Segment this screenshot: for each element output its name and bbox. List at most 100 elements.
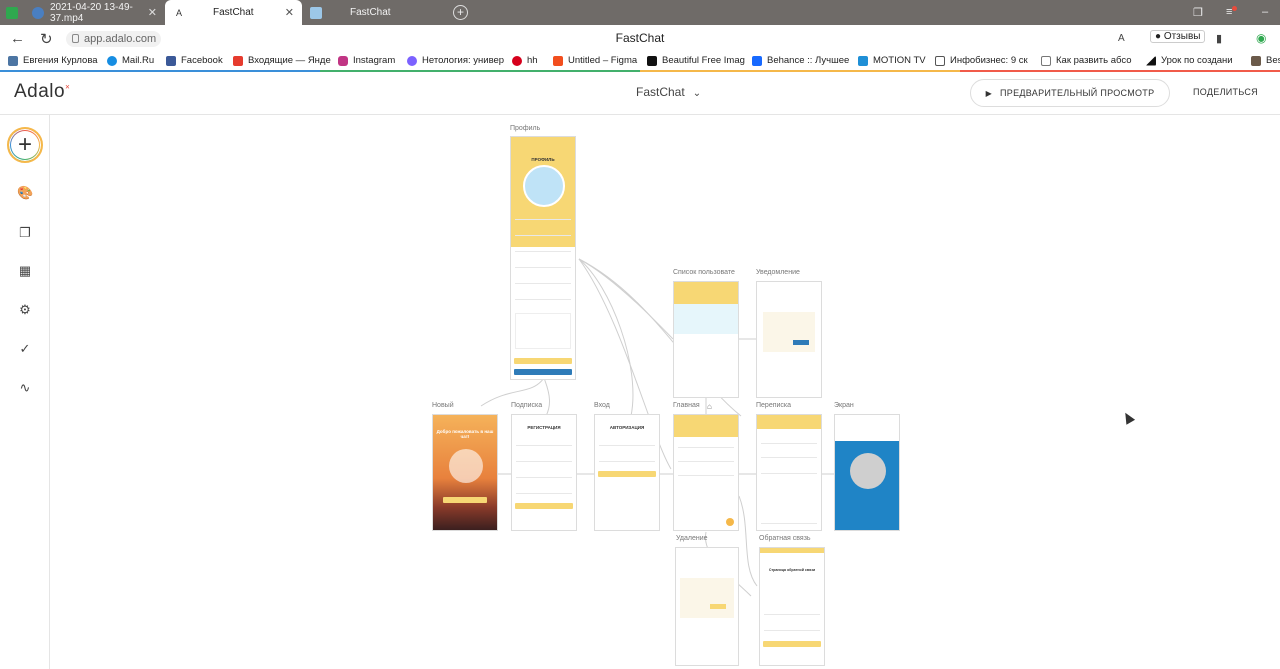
left-toolbar: + 🎨 ❐ ▦ ⚙ ✓ ∿ — [0, 115, 50, 669]
register-button — [515, 503, 573, 509]
close-icon[interactable]: ✕ — [285, 6, 294, 19]
form-field — [599, 439, 655, 446]
bookmark-item[interactable]: Bes — [1251, 55, 1280, 66]
analytics-icon[interactable]: ∿ — [17, 380, 33, 396]
adalo-favicon-icon: A — [173, 6, 185, 19]
screens-icon[interactable]: ❐ — [17, 225, 33, 241]
screen-label: Удаление — [676, 535, 708, 542]
add-component-button[interactable]: + — [7, 127, 43, 163]
screen-chat[interactable] — [756, 414, 822, 531]
hh-icon — [512, 55, 522, 66]
lesson-icon — [1146, 55, 1156, 66]
screen-label: Вход — [594, 402, 610, 409]
screen-login[interactable]: АВТОРИЗАЦИЯ — [594, 414, 660, 531]
screen-image[interactable] — [834, 414, 900, 531]
signup-button — [443, 497, 487, 503]
publish-check-icon[interactable]: ✓ — [17, 341, 33, 357]
preview-button[interactable]: ▶ ПРЕДВАРИТЕЛЬНЫЙ ПРОСМОТР — [970, 79, 1170, 107]
form-field — [515, 293, 571, 300]
screen-canvas[interactable]: Профиль ПРОФИЛЬ Список пользовате Уведом… — [51, 116, 1280, 669]
screen-label: Экран — [834, 402, 854, 409]
bookmark-item[interactable]: hh — [512, 55, 538, 66]
share-button[interactable]: ПОДЕЛИТЬСЯ — [1193, 87, 1258, 97]
login-button — [598, 471, 656, 477]
screen-main[interactable] — [673, 414, 739, 531]
confirm-button — [710, 604, 726, 609]
notification-dot — [1232, 6, 1237, 11]
form-field — [515, 261, 571, 268]
bookmark-item[interactable]: Mail.Ru — [107, 55, 154, 66]
message — [761, 451, 817, 458]
tab-fastchat[interactable]: FastChat — [302, 0, 444, 25]
tab-label: FastChat — [213, 7, 254, 18]
bookmark-item[interactable]: Урок по создани — [1146, 55, 1233, 66]
instagram-icon — [338, 55, 348, 66]
bookmark-item[interactable]: Инфобизнес: 9 ск — [935, 55, 1028, 66]
screen-feedback[interactable]: Страница обратной связи — [759, 547, 825, 666]
tab-label: FastChat — [350, 7, 391, 18]
screen-welcome[interactable]: Добро пожаловать в наш чат! — [432, 414, 498, 531]
screen-delete[interactable] — [675, 547, 739, 666]
bookmark-item[interactable]: Beautiful Free Imag — [647, 55, 745, 66]
window-icon[interactable]: ❐ — [1193, 6, 1203, 19]
logout-button — [514, 369, 572, 375]
app-icon-tab[interactable] — [0, 0, 24, 25]
chat-header — [757, 415, 821, 429]
chevron-down-icon: ⌄ — [692, 88, 702, 99]
screen-users-list[interactable] — [673, 281, 739, 398]
bookmark-item[interactable]: MOTION TV — [858, 55, 926, 66]
logo-mark-icon: × — [65, 82, 71, 92]
list-item — [678, 455, 734, 462]
speech-bubble-icon: ● — [1155, 31, 1162, 42]
yandex-mail-icon — [233, 55, 243, 66]
bookmark-item[interactable]: Instagram — [338, 55, 395, 66]
message — [761, 437, 817, 444]
tab-video[interactable]: 2021-04-20 13-49-37.mp4 ✕ — [24, 0, 165, 25]
app-switcher[interactable]: FastChat ⌄ — [636, 85, 701, 99]
screen-profile[interactable]: ПРОФИЛЬ — [510, 136, 576, 380]
play-icon: ▶ — [985, 88, 993, 98]
form-field — [515, 277, 571, 284]
motion-tv-icon — [858, 55, 868, 66]
bookmark-item[interactable]: Behance :: Лучшее — [752, 55, 849, 66]
reviews-button[interactable]: ● Отзывы — [1150, 30, 1206, 43]
screen-label: Переписка — [756, 402, 792, 409]
message-input — [761, 517, 817, 524]
form-field — [515, 245, 571, 252]
database-icon[interactable]: ▦ — [17, 263, 33, 279]
form-field — [764, 608, 820, 615]
save-button — [514, 358, 572, 364]
figma-icon — [553, 55, 563, 66]
url-field[interactable]: app.adalo.com — [66, 31, 162, 47]
message — [761, 467, 817, 474]
back-arrow-icon[interactable]: ← — [10, 30, 25, 47]
bookmark-item[interactable]: Нетология: универ — [407, 55, 504, 66]
bookmark-item[interactable]: Как развить абсо — [1041, 55, 1131, 66]
screen-notification[interactable] — [756, 281, 822, 398]
bes-icon — [1251, 55, 1261, 66]
screen-signup[interactable]: РЕГИСТРАЦИЯ — [511, 414, 577, 531]
extension-icon[interactable]: ◉ — [1256, 31, 1266, 45]
gear-icon[interactable]: ⚙ — [17, 302, 33, 318]
translate-icon[interactable]: A — [1118, 33, 1125, 44]
bookmark-item[interactable]: Входящие — Янде — [233, 55, 331, 66]
new-tab-button[interactable]: + — [453, 5, 468, 20]
close-icon[interactable]: ✕ — [148, 6, 157, 19]
image-favicon-icon — [310, 6, 322, 19]
minimize-icon[interactable]: – — [1262, 6, 1268, 18]
palette-icon[interactable]: 🎨 — [17, 185, 33, 201]
facebook-icon — [166, 55, 176, 66]
users-header — [674, 282, 738, 304]
plus-app-icon — [6, 6, 18, 19]
bookmark-item[interactable]: Untitled – Figma — [553, 55, 637, 66]
reload-icon[interactable]: ↻ — [40, 30, 53, 48]
screen-label: Новый — [432, 402, 454, 409]
bookmark-icon[interactable]: ▮ — [1216, 32, 1222, 45]
app-header: Adalo× FastChat ⌄ ▶ ПРЕДВАРИТЕЛЬНЫЙ ПРОСМО… — [0, 72, 1280, 115]
dialog — [680, 578, 734, 618]
tab-fastchat-active[interactable]: A FastChat ✕ — [165, 0, 302, 25]
bookmark-item[interactable]: Евгения Курлова — [8, 55, 98, 66]
form-field — [515, 229, 571, 236]
bookmark-item[interactable]: Facebook — [166, 55, 223, 66]
adalo-logo[interactable]: Adalo× — [14, 81, 70, 103]
